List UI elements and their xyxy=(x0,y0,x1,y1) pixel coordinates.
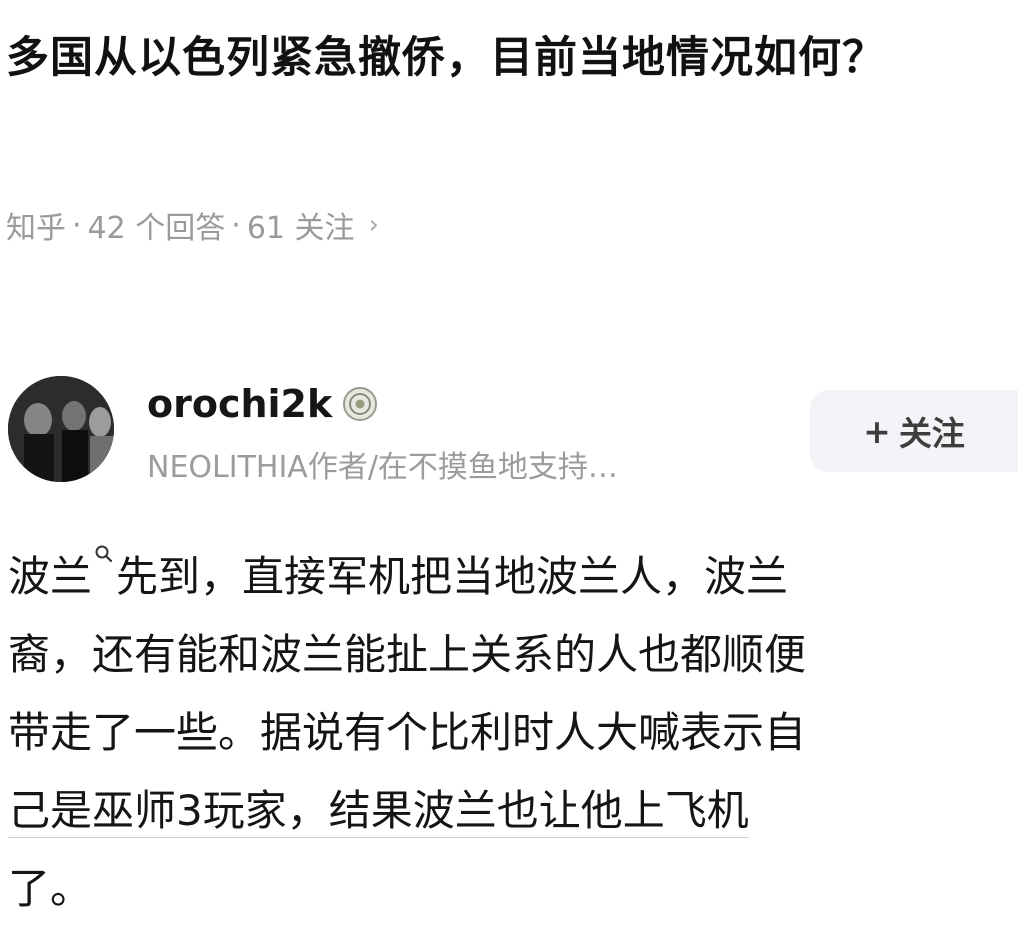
author-bio: NEOLITHIA作者/在不摸鱼地支持… xyxy=(147,450,618,485)
follow-label: 关注 xyxy=(898,414,965,453)
avatar[interactable] xyxy=(8,376,114,482)
question-meta[interactable]: 知乎 · 42 个回答 · 61 关注 › xyxy=(6,203,379,247)
zhihu-answer-screen: 多国从以色列紧急撤侨，目前当地情况如何？ 知乎 · 42 个回答 · 61 关注… xyxy=(0,0,1018,950)
answer-line: 裔，还有能和波兰能扯上关系的人也都顺便 xyxy=(8,630,807,679)
search-icon[interactable] xyxy=(94,544,114,566)
meta-separator: · xyxy=(72,207,82,243)
answer-line: 带走了一些。据说有个比利时人大喊表示自 xyxy=(8,708,807,757)
answer-line: 己是巫师3玩家，结果波兰也让他上飞机 xyxy=(8,772,1008,850)
answer-content: 波兰 先到，直接军机把当地波兰人，波兰 裔，还有能和波兰能扯上关系的人也都顺便 带… xyxy=(8,538,1008,928)
follow-button[interactable]: + 关注 xyxy=(810,390,1018,472)
answer-line-text: 己是巫师3玩家，结果波兰也让他上飞机 xyxy=(8,786,749,838)
answer-line: 了。 xyxy=(8,864,93,913)
question-title[interactable]: 多国从以色列紧急撤侨，目前当地情况如何？ xyxy=(6,22,1011,94)
answer-line-text: 先到，直接军机把当地波兰人，波兰 xyxy=(116,552,789,601)
plus-icon: + xyxy=(863,411,891,451)
meta-separator: · xyxy=(231,207,241,243)
follower-count: 61 关注 xyxy=(246,211,355,246)
answer-line: 波兰 先到，直接军机把当地波兰人，波兰 xyxy=(8,538,1008,616)
author-name[interactable]: orochi2k xyxy=(147,378,378,430)
source-label: 知乎 xyxy=(6,211,66,246)
chevron-right-icon: › xyxy=(368,210,379,240)
author-name-text: orochi2k xyxy=(147,382,333,426)
avatar-image xyxy=(8,376,114,482)
answer-count: 42 个回答 xyxy=(87,211,226,246)
verified-badge-icon xyxy=(343,387,378,421)
search-keyword[interactable]: 波兰 xyxy=(8,552,92,601)
author-row: orochi2k NEOLITHIA作者/在不摸鱼地支持… + 关注 xyxy=(0,372,1018,492)
